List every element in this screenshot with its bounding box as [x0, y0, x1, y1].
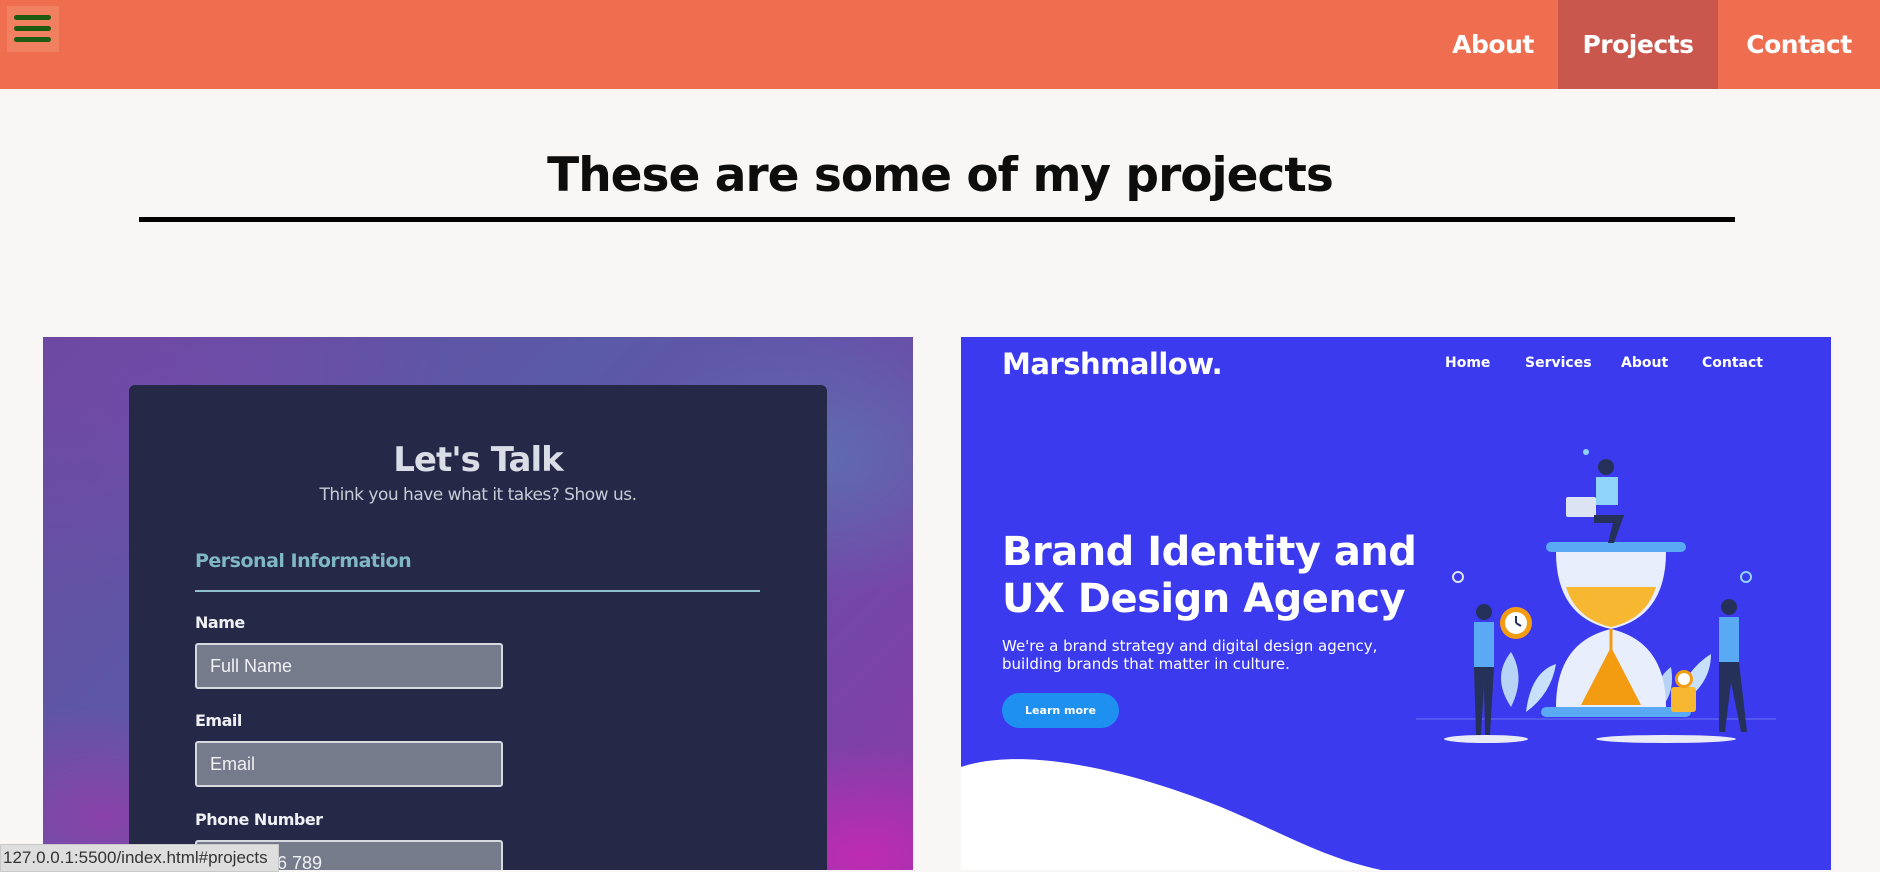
nav-link-about[interactable]: About: [1428, 0, 1558, 89]
contact-form-panel: Let's Talk Think you have what it takes?…: [129, 385, 827, 870]
white-wave-shape: [961, 759, 1381, 870]
heading-underline: [139, 217, 1735, 222]
main-nav: About Projects Contact: [1428, 0, 1880, 89]
name-field[interactable]: Full Name: [195, 643, 503, 689]
form-title: Let's Talk: [393, 440, 563, 480]
email-label: Email: [195, 711, 242, 730]
section-divider: [195, 590, 760, 592]
mm-headline: Brand Identity and UX Design Agency: [1002, 529, 1417, 622]
top-navbar: About Projects Contact: [0, 0, 1880, 89]
nav-link-projects[interactable]: Projects: [1558, 0, 1718, 89]
mm-nav-home: Home: [1445, 355, 1491, 371]
mm-tagline: We're a brand strategy and digital desig…: [1002, 637, 1378, 673]
personal-info-section-title: Personal Information: [195, 550, 412, 572]
project-card-marshmallow[interactable]: Marshmallow. Home Services About Contact…: [961, 337, 1831, 870]
mm-nav-about: About: [1621, 355, 1669, 371]
mm-nav-contact: Contact: [1702, 355, 1763, 371]
phone-label: Phone Number: [195, 810, 323, 829]
hamburger-menu-icon[interactable]: [7, 6, 59, 52]
name-label: Name: [195, 613, 245, 632]
project-card-lets-talk[interactable]: Let's Talk Think you have what it takes?…: [43, 337, 913, 870]
email-field[interactable]: Email: [195, 741, 503, 787]
projects-heading: These are some of my projects: [547, 148, 1334, 203]
nav-link-contact[interactable]: Contact: [1718, 0, 1880, 89]
form-subtitle: Think you have what it takes? Show us.: [319, 485, 638, 505]
status-bar-url: 127.0.0.1:5500/index.html#projects: [0, 844, 279, 872]
mm-nav-services: Services: [1525, 355, 1592, 371]
learn-more-button: Learn more: [1002, 693, 1119, 728]
marshmallow-logo: Marshmallow.: [1002, 347, 1223, 381]
hourglass-illustration: [1416, 449, 1776, 743]
